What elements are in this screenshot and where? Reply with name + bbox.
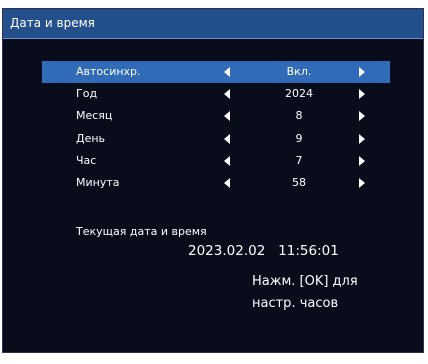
setting-value: 9 [295,131,303,145]
setting-row-month[interactable]: Месяц 8 [42,105,390,127]
setting-label: Минута [76,175,120,189]
left-arrow-icon[interactable] [224,155,230,166]
title-bar: Дата и время [3,9,423,39]
screen: Дата и время Автосинхр. Вкл. Год 2024 Ме… [0,0,428,364]
current-time: 11:56:01 [278,243,339,259]
setting-label: День [76,131,106,145]
setting-row-hour[interactable]: Час 7 [42,150,390,172]
right-arrow-icon[interactable] [359,133,365,144]
setting-row-day[interactable]: День 9 [42,128,390,150]
setting-value: Вкл. [286,65,312,78]
left-arrow-icon[interactable] [224,177,230,188]
setting-row-autosync[interactable]: Автосинхр. Вкл. [42,61,390,84]
setting-label: Час [76,153,97,167]
ok-hint: Нажм. [OK] для настр. часов [252,271,358,315]
current-date: 2023.02.02 [188,243,266,259]
setting-value: 8 [295,109,303,123]
right-arrow-icon[interactable] [359,155,365,166]
setting-value: 58 [292,175,306,189]
right-arrow-icon[interactable] [359,67,365,77]
right-arrow-icon[interactable] [359,111,365,122]
setting-label: Год [76,87,98,101]
date-time-dialog: Дата и время Автосинхр. Вкл. Год 2024 Ме… [2,8,424,353]
setting-value: 2024 [285,87,313,101]
left-arrow-icon[interactable] [224,89,230,100]
setting-row-year[interactable]: Год 2024 [42,83,390,105]
hint-line: настр. часов [252,296,339,311]
dialog-title: Дата и время [10,16,95,30]
setting-label: Автосинхр. [76,65,141,78]
setting-row-minute[interactable]: Минута 58 [42,172,390,194]
setting-label: Месяц [76,109,113,123]
setting-value: 7 [295,153,303,167]
right-arrow-icon[interactable] [359,177,365,188]
current-datetime-label: Текущая дата и время [76,225,207,238]
left-arrow-icon[interactable] [224,133,230,144]
hint-line: Нажм. [OK] для [252,274,358,289]
right-arrow-icon[interactable] [359,89,365,100]
left-arrow-icon[interactable] [224,111,230,122]
settings-list: Автосинхр. Вкл. Год 2024 Месяц 8 День 9 [42,61,390,194]
left-arrow-icon[interactable] [224,67,230,77]
current-datetime-value: 2023.02.02 11:56:01 [188,243,339,259]
